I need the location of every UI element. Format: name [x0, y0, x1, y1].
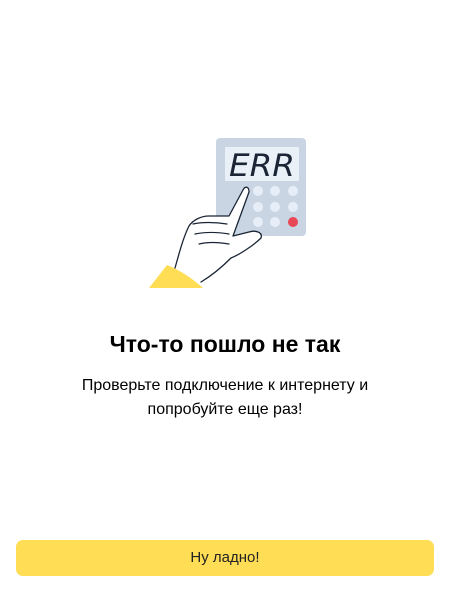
- alert-key: [288, 217, 298, 227]
- ok-button[interactable]: Ну ладно!: [16, 540, 434, 576]
- calculator-error-illustration: ERR: [145, 132, 315, 292]
- error-message: Проверьте подключение к интернету и попр…: [81, 377, 369, 418]
- error-title: Что-то пошло не так: [109, 331, 341, 357]
- display-error-text: ERR: [229, 148, 295, 184]
- calculator-error-icon: ERR: [149, 138, 306, 288]
- calculator-keys: [253, 186, 298, 227]
- pointing-hand-icon: [149, 186, 262, 288]
